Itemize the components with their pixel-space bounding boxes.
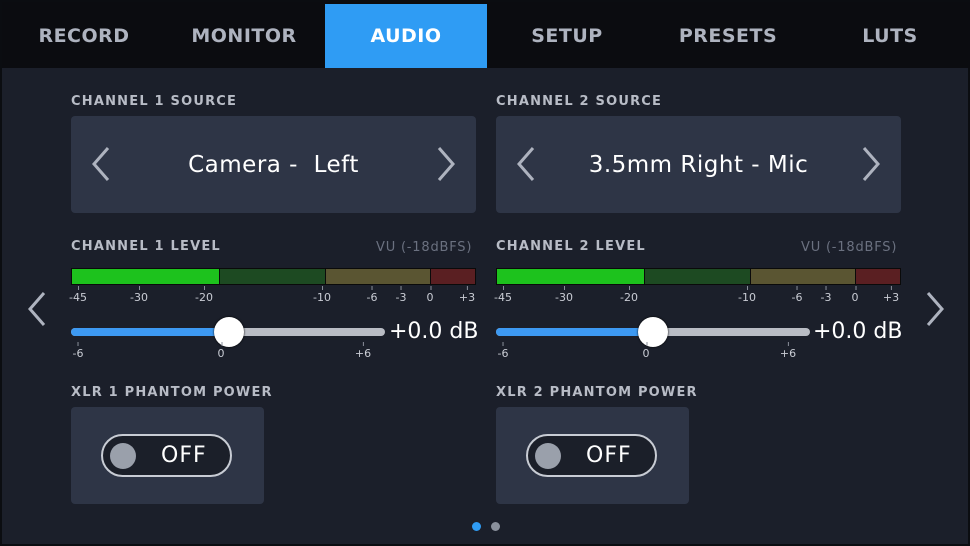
slider-tick-label: +6 <box>354 342 372 360</box>
meter-tick-label: 0 <box>426 286 434 304</box>
channel-2-source-selector: 3.5mm Right - Mic <box>496 116 901 213</box>
channel-1-source-next-chevron-right-icon[interactable] <box>436 146 456 182</box>
xlr-1-phantom-power-panel: OFF <box>71 407 264 504</box>
meter-tick-label: -10 <box>738 286 756 304</box>
meter-tick-label: -10 <box>313 286 331 304</box>
slider-knob[interactable] <box>638 317 668 347</box>
meter-tick-label: -30 <box>130 286 148 304</box>
slider-fill <box>496 328 654 336</box>
meter-segment-dark-green <box>645 269 751 284</box>
channel-1-vu-label: VU (-18dBFS) <box>376 240 473 255</box>
app-frame: RECORD MONITOR AUDIO SETUP PRESETS LUTS … <box>0 0 970 546</box>
slider-tick-label: -6 <box>497 342 509 360</box>
xlr-2-phantom-power-toggle[interactable]: OFF <box>526 434 657 477</box>
tab-setup[interactable]: SETUP <box>487 4 647 68</box>
meter-tick-label: -20 <box>195 286 213 304</box>
xlr-2-phantom-power-panel: OFF <box>496 407 689 504</box>
meter-tick-label: 0 <box>851 286 859 304</box>
meter-segment-dark-green <box>220 269 326 284</box>
meter-tick-label: -6 <box>791 286 803 304</box>
meter-segment-red <box>856 269 901 284</box>
page-indicator-dot[interactable] <box>491 522 500 531</box>
tab-bar: RECORD MONITOR AUDIO SETUP PRESETS LUTS <box>2 2 970 68</box>
xlr-1-phantom-power-toggle[interactable]: OFF <box>101 434 232 477</box>
channel-2-level-label: CHANNEL 2 LEVEL <box>496 239 646 254</box>
meter-tick-label: +3 <box>458 286 476 304</box>
meter-tick-label: -6 <box>366 286 378 304</box>
channel-2-vu-label: VU (-18dBFS) <box>801 240 898 255</box>
toggle-knob <box>110 443 136 469</box>
tab-record[interactable]: RECORD <box>4 4 164 68</box>
meter-tick-label: -3 <box>395 286 407 304</box>
channel-2-level-meter <box>496 268 901 285</box>
page-indicator-dot-active[interactable] <box>472 522 481 531</box>
tab-audio[interactable]: AUDIO <box>325 4 487 68</box>
page-next-chevron-right-icon[interactable] <box>924 291 946 327</box>
meter-tick-label: -3 <box>820 286 832 304</box>
xlr-1-phantom-power-label: XLR 1 PHANTOM POWER <box>71 385 273 400</box>
tab-luts[interactable]: LUTS <box>809 4 970 68</box>
slider-fill <box>71 328 229 336</box>
slider-tick-label: +6 <box>779 342 797 360</box>
tab-monitor[interactable]: MONITOR <box>164 4 324 68</box>
channel-2-gain-value: +0.0 dB <box>813 319 903 344</box>
meter-segment-olive <box>325 269 432 284</box>
slider-tick-label: 0 <box>217 342 225 360</box>
page-prev-chevron-left-icon[interactable] <box>26 291 48 327</box>
channel-2-source-label: CHANNEL 2 SOURCE <box>496 94 663 109</box>
meter-segment-olive <box>750 269 857 284</box>
meter-tick-label: -45 <box>69 286 87 304</box>
meter-segment-green <box>72 269 221 284</box>
meter-tick-label: +3 <box>882 286 900 304</box>
xlr-2-phantom-power-label: XLR 2 PHANTOM POWER <box>496 385 698 400</box>
meter-segment-red <box>431 269 476 284</box>
channel-1-source-value: Camera - Left <box>188 151 359 178</box>
toggle-state: OFF <box>586 443 632 468</box>
channel-1-gain-value: +0.0 dB <box>389 319 479 344</box>
channel-2-source-value: 3.5mm Right - Mic <box>588 151 809 178</box>
meter-tick-label: -30 <box>555 286 573 304</box>
tab-presets[interactable]: PRESETS <box>647 4 809 68</box>
meter-tick-label: -45 <box>494 286 512 304</box>
slider-tick-label: -6 <box>72 342 84 360</box>
channel-2-source-next-chevron-right-icon[interactable] <box>861 146 881 182</box>
toggle-state: OFF <box>161 443 207 468</box>
meter-segment-green <box>497 269 646 284</box>
slider-tick-label: 0 <box>642 342 650 360</box>
channel-1-source-label: CHANNEL 1 SOURCE <box>71 94 238 109</box>
toggle-knob <box>535 443 561 469</box>
channel-1-source-selector: Camera - Left <box>71 116 476 213</box>
channel-1-level-label: CHANNEL 1 LEVEL <box>71 239 221 254</box>
meter-tick-label: -20 <box>620 286 638 304</box>
channel-1-level-meter <box>71 268 476 285</box>
slider-knob[interactable] <box>214 317 244 347</box>
